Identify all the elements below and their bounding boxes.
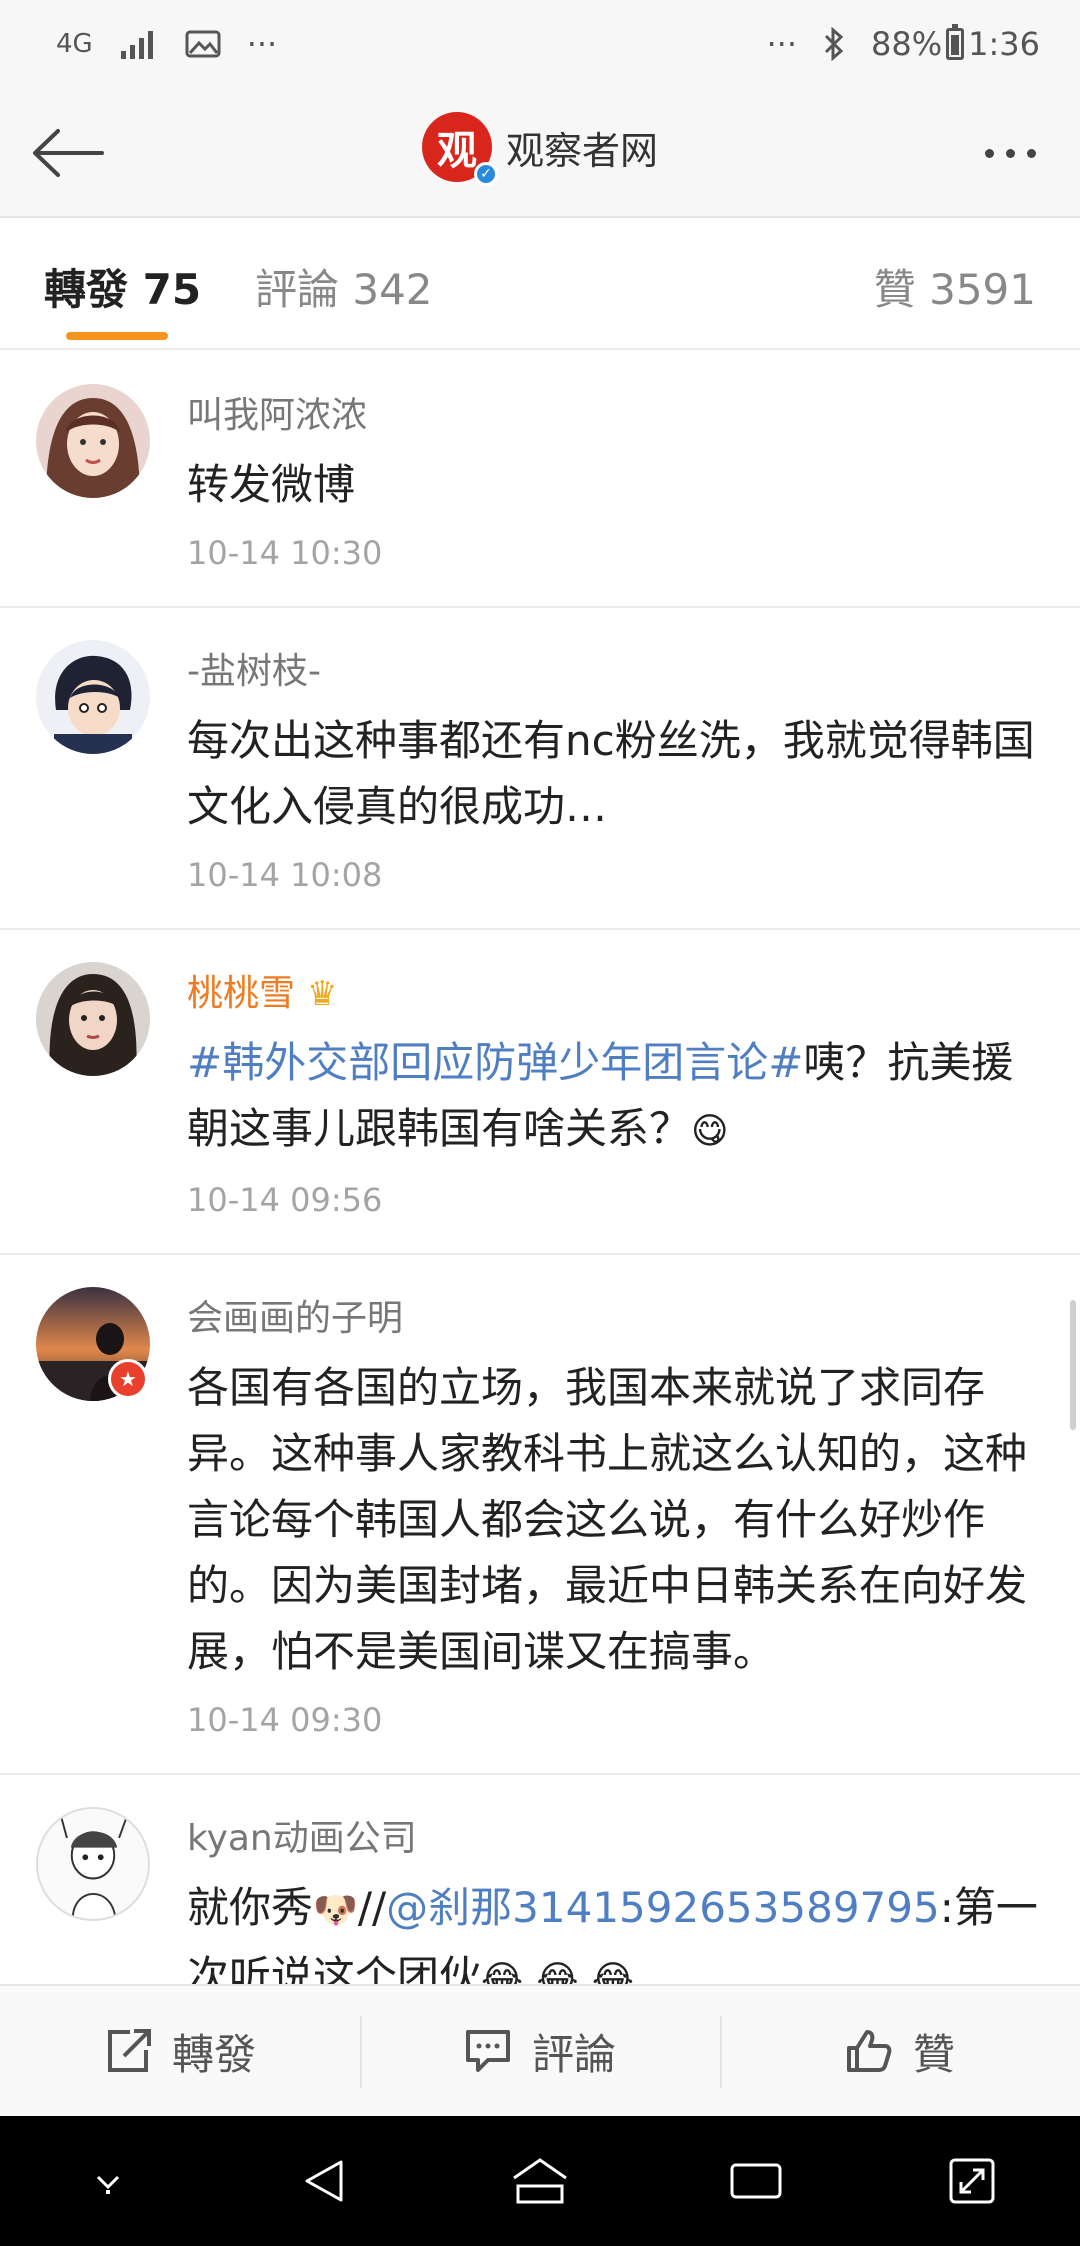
system-navigation-bar [0,2116,1080,2246]
more-status-icon: ··· [766,25,798,63]
status-bar: 4G ··· ··· 88% 1:36 [0,0,1080,88]
timestamp: 10-14 09:30 [187,1701,383,1739]
repost-button[interactable]: 轉發 [0,1986,360,2116]
system-recents-button[interactable] [711,2136,801,2226]
username[interactable]: -盐树枝- [187,650,1040,694]
username[interactable]: 桃桃雪 ♛ [187,972,1040,1016]
active-tab-indicator [66,332,168,340]
avatar[interactable] [36,640,150,754]
system-back-button[interactable] [279,2136,369,2226]
comment-button[interactable]: 評論 [360,1986,720,2116]
dot-icon [984,148,994,158]
comment-text: 就你秀🐶//@刹那3141592653589795:第一次听说这个团伙😂 😂 😂 [187,1875,1040,1984]
list-item[interactable]: 桃桃雪 ♛ #韩外交部回应防弹少年团言论#咦？抗美援朝这事儿跟韩国有啥关系？😋 … [0,930,1080,1255]
timestamp: 10-14 09:56 [187,1181,383,1219]
expand-screen-button[interactable] [927,2136,1017,2226]
username[interactable]: 叫我阿浓浓 [187,394,1040,438]
account-title[interactable]: 观 ✓ 观察者网 [0,112,1080,186]
dot-icon [1026,148,1036,158]
recent-apps-icon [730,2163,782,2199]
timestamp: 10-14 10:08 [187,856,383,894]
repost-list: 叫我阿浓浓 转发微博 10-14 10:30 -盐树枝- 每次出这种事都还有nc… [0,352,1080,1984]
comment-text: 转发微博 [187,460,356,509]
thumbs-up-icon [846,2030,892,2072]
topic-hashtag-link[interactable]: #韩外交部回应防弹少年团言论# [187,1038,803,1087]
repost-label: 轉發 [171,2029,256,2079]
battery-percent: 88% [871,25,943,63]
tab-comments[interactable]: 評論 342 [255,256,433,317]
back-triangle-icon [305,2160,343,2202]
list-item[interactable]: kyan动画公司 就你秀🐶//@刹那3141592653589795:第一次听说… [0,1775,1080,1984]
tab-bar: 轉發 75 評論 342 贊 3591 [0,218,1080,350]
like-button[interactable]: 贊 [720,1986,1080,2116]
sunshine-badge-icon: ★ [108,1359,148,1399]
clock: 1:36 [968,25,1040,63]
laughing-emoji-icon: 😂 [591,1959,634,1984]
timestamp: 10-14 10:30 [187,534,383,572]
hide-keyboard-button[interactable] [63,2136,153,2226]
dot-icon [1005,148,1015,158]
top-app-bar: 观 ✓ 观察者网 [0,88,1080,218]
image-icon [185,24,221,64]
username[interactable]: kyan动画公司 [187,1817,1040,1861]
comment-label: 評論 [531,2029,616,2079]
system-home-button[interactable] [495,2136,585,2226]
page-title: 观察者网 [505,128,658,173]
bottom-action-bar: 轉發 評論 贊 [0,1984,1080,2116]
avatar[interactable] [36,384,150,498]
yum-emoji-icon: 😋 [691,1111,729,1152]
like-label: 贊 [912,2029,955,2079]
list-item[interactable]: ★ 会画画的子明 各国有各国的立场，我国本来就说了求同存异。这种事人家教科书上就… [0,1255,1080,1775]
home-icon [513,2158,567,2204]
comment-text: 各国有各国的立场，我国本来就说了求同存异。这种事人家教科书上就这么认知的，这种言… [187,1363,1028,1676]
vip-crown-icon: ♛ [307,974,338,1014]
list-item[interactable]: 叫我阿浓浓 转发微博 10-14 10:30 [0,352,1080,608]
bluetooth-icon [823,24,845,64]
more-options-button[interactable] [970,128,1050,178]
tab-likes[interactable]: 贊 3591 [874,256,1036,317]
doge-emoji-icon: 🐶 [313,1890,358,1931]
comment-icon [465,2030,510,2072]
comment-text: #韩外交部回应防弹少年团言论#咦？抗美援朝这事儿跟韩国有啥关系？😋 [187,1030,1040,1165]
network-4g-icon: 4G [56,29,93,59]
user-mention-link[interactable]: @刹那3141592653589795 [386,1883,940,1932]
username[interactable]: 会画画的子明 [187,1297,1040,1341]
list-item[interactable]: -盐树枝- 每次出这种事都还有nc粉丝洗，我就觉得韩国文化入侵真的很成功… 10… [0,608,1080,930]
signal-icon [119,24,159,64]
scrollbar[interactable] [1070,1300,1076,1430]
avatar[interactable] [36,1807,150,1921]
chevron-down-icon [96,2175,120,2194]
battery-icon [946,24,965,60]
brand-logo: 观 ✓ [421,112,498,186]
avatar[interactable] [36,962,150,1076]
more-notifications-icon: ··· [246,25,278,63]
verified-badge-icon: ✓ [473,162,498,186]
comment-text: 每次出这种事都还有nc粉丝洗，我就觉得韩国文化入侵真的很成功… [187,716,1035,831]
tab-reposts[interactable]: 轉發 75 [44,256,201,317]
laughing-emoji-icon: 😂 [536,1959,579,1984]
repost-icon [107,2029,151,2072]
expand-arrows-icon [949,2158,995,2204]
laughing-emoji-icon: 😂 [481,1959,524,1984]
